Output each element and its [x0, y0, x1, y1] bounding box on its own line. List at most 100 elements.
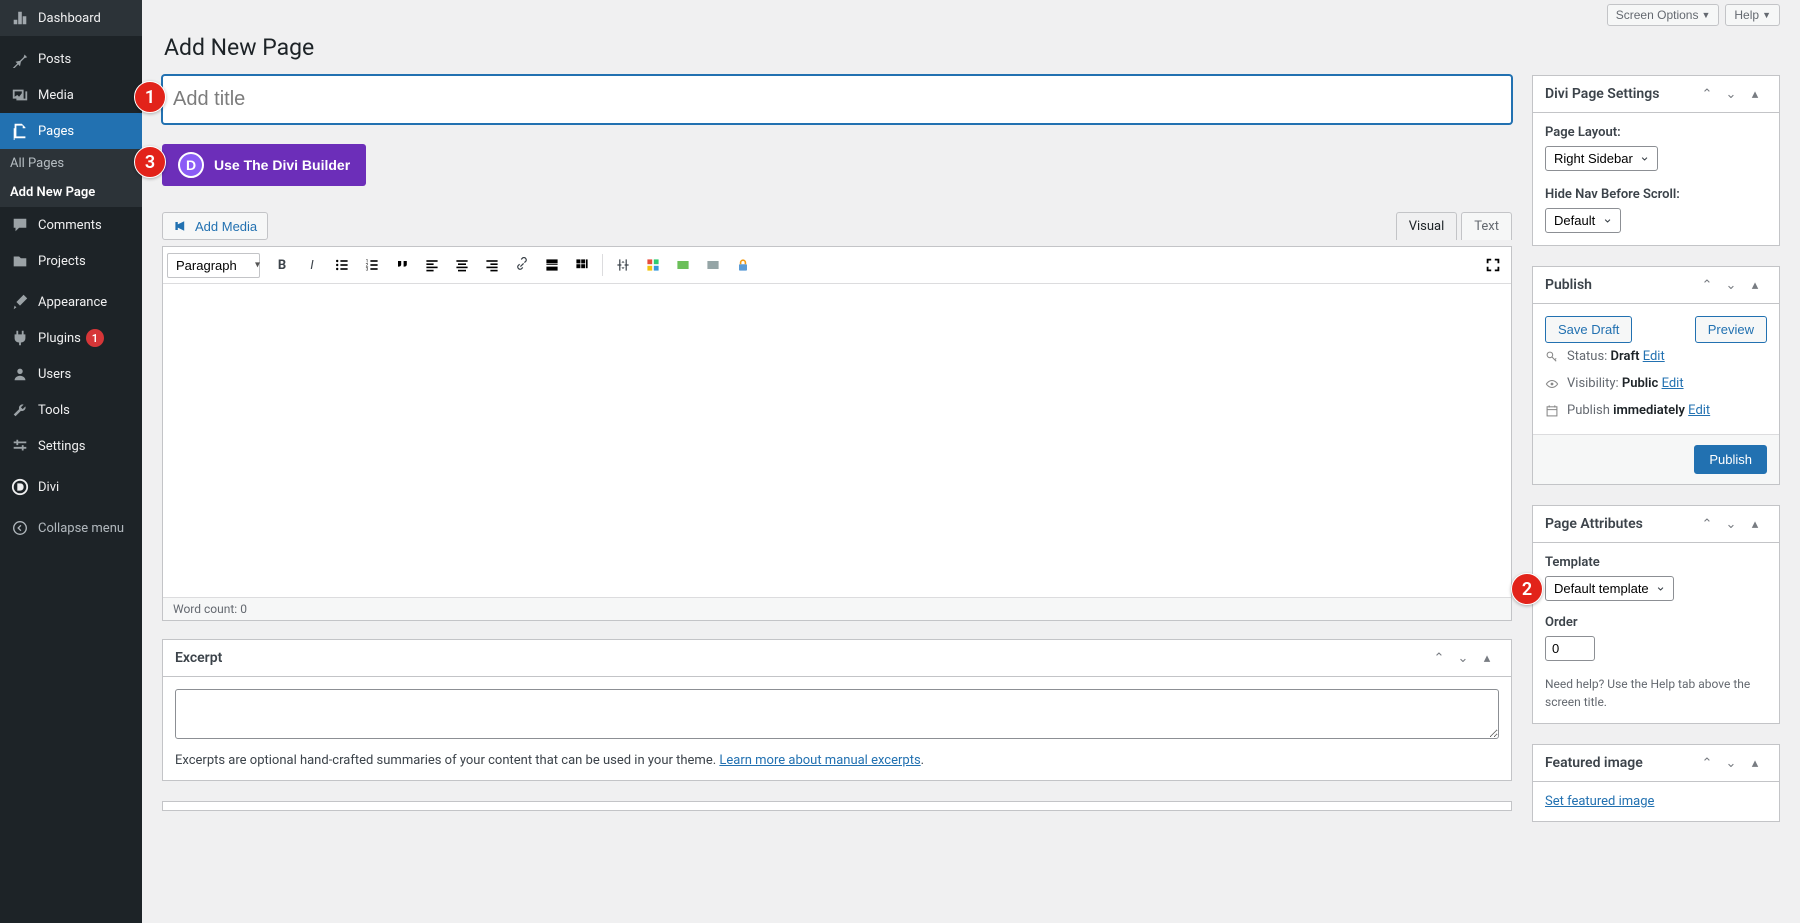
schedule-edit-link[interactable]: Edit: [1688, 403, 1710, 418]
sidebar-collapse-button[interactable]: Collapse menu: [0, 510, 142, 546]
page-layout-label: Page Layout:: [1545, 125, 1767, 140]
publish-button[interactable]: Publish: [1694, 445, 1767, 474]
sidebar-item-comments[interactable]: Comments: [0, 207, 142, 243]
readmore-button[interactable]: [538, 251, 566, 279]
sliders-icon: [10, 436, 30, 456]
visibility-edit-link[interactable]: Edit: [1662, 376, 1684, 391]
bullet-list-button[interactable]: [328, 251, 356, 279]
projects-icon: [10, 251, 30, 271]
quote-button[interactable]: [388, 251, 416, 279]
sidebar-subitem-add-new[interactable]: Add New Page: [0, 178, 142, 207]
sidebar-label: Dashboard: [38, 11, 101, 26]
align-center-button[interactable]: [448, 251, 476, 279]
sidebar-label: Comments: [38, 218, 102, 233]
sidebar-item-appearance[interactable]: Appearance: [0, 284, 142, 320]
tab-visual[interactable]: Visual: [1396, 212, 1458, 240]
panel-toggle-icon[interactable]: ▴: [1743, 748, 1767, 778]
panel-up-icon[interactable]: ⌃: [1695, 509, 1719, 539]
italic-button[interactable]: I: [298, 251, 326, 279]
panel-toggle-icon[interactable]: ▴: [1743, 509, 1767, 539]
sidebar-item-dashboard[interactable]: Dashboard: [0, 0, 142, 36]
lock-button[interactable]: [729, 251, 757, 279]
panel-down-icon[interactable]: ⌄: [1719, 748, 1743, 778]
sidebar-item-users[interactable]: Users: [0, 356, 142, 392]
attributes-heading: Page Attributes: [1545, 506, 1643, 542]
excerpt-heading: Excerpt: [175, 640, 222, 676]
sidebar-item-divi[interactable]: Divi: [0, 469, 142, 505]
panel-down-icon[interactable]: ⌄: [1719, 509, 1743, 539]
divi-settings-heading: Divi Page Settings: [1545, 76, 1659, 112]
pin-icon: [10, 49, 30, 69]
excerpt-learn-more-link[interactable]: Learn more about manual excerpts: [719, 753, 920, 768]
panel-down-icon[interactable]: ⌄: [1719, 270, 1743, 300]
numbered-list-button[interactable]: 123: [358, 251, 386, 279]
content-editor[interactable]: [163, 284, 1511, 597]
sidebar-item-plugins[interactable]: Plugins 1: [0, 320, 142, 356]
set-featured-image-link[interactable]: Set featured image: [1545, 794, 1654, 809]
fullscreen-button[interactable]: [1479, 251, 1507, 279]
panel-down-icon[interactable]: ⌄: [1719, 79, 1743, 109]
tab-text[interactable]: Text: [1461, 212, 1512, 240]
key-icon: [1545, 350, 1559, 364]
align-right-button[interactable]: [478, 251, 506, 279]
sidebar-item-posts[interactable]: Posts: [0, 41, 142, 77]
align-left-button[interactable]: [418, 251, 446, 279]
order-input[interactable]: [1545, 636, 1595, 661]
sidebar-item-projects[interactable]: Projects: [0, 243, 142, 279]
plugin-icon: [10, 328, 30, 348]
eye-icon: [1545, 377, 1559, 391]
sidebar-label: Posts: [38, 52, 71, 67]
preview-button[interactable]: Preview: [1695, 316, 1767, 343]
divi-builder-button[interactable]: D Use The Divi Builder: [162, 144, 366, 186]
bold-button[interactable]: B: [268, 251, 296, 279]
panel-up-icon[interactable]: ⌃: [1695, 748, 1719, 778]
hide-nav-select[interactable]: Default: [1545, 208, 1621, 233]
sidebar-item-settings[interactable]: Settings: [0, 428, 142, 464]
featured-image-box: Featured image ⌃ ⌄ ▴ Set featured image: [1532, 744, 1780, 822]
screen-options-button[interactable]: Screen Options▼: [1607, 4, 1720, 26]
panel-up-icon[interactable]: ⌃: [1427, 643, 1451, 673]
sidebar-label: Media: [38, 88, 74, 103]
sidebar-item-tools[interactable]: Tools: [0, 392, 142, 428]
pages-icon: [10, 121, 30, 141]
color-grid-button[interactable]: [639, 251, 667, 279]
featured-heading: Featured image: [1545, 745, 1643, 781]
sidebar-label: Plugins: [38, 331, 81, 346]
panel-toggle-icon[interactable]: ▴: [1743, 270, 1767, 300]
status-edit-link[interactable]: Edit: [1643, 349, 1665, 364]
format-select[interactable]: Paragraph: [167, 253, 260, 278]
template-select[interactable]: Default template: [1545, 576, 1674, 601]
divi-icon: [10, 477, 30, 497]
sidebar-label: Projects: [38, 254, 86, 269]
sidebar-subitem-all-pages[interactable]: All Pages: [0, 149, 142, 178]
excerpt-textarea[interactable]: [175, 689, 1499, 739]
sidebar-submenu-pages: All Pages Add New Page: [0, 149, 142, 207]
annotation-marker-3: 3: [134, 146, 166, 178]
link-button[interactable]: [508, 251, 536, 279]
save-draft-button[interactable]: Save Draft: [1545, 316, 1632, 343]
panel-toggle-icon[interactable]: ▴: [1475, 643, 1499, 673]
panel-up-icon[interactable]: ⌃: [1695, 270, 1719, 300]
sidebar-item-media[interactable]: Media: [0, 77, 142, 113]
svg-text:3: 3: [366, 267, 369, 273]
sidebar-item-pages[interactable]: Pages: [0, 113, 142, 149]
green-block-button[interactable]: [669, 251, 697, 279]
sidebar-label: Users: [38, 367, 71, 382]
media-icon: [10, 85, 30, 105]
user-icon: [10, 364, 30, 384]
add-media-button[interactable]: Add Media: [162, 212, 268, 240]
panel-toggle-icon[interactable]: ▴: [1743, 79, 1767, 109]
page-layout-select[interactable]: Right Sidebar: [1545, 146, 1658, 171]
panel-up-icon[interactable]: ⌃: [1695, 79, 1719, 109]
admin-sidebar: Dashboard Posts Media Pages All Pages Ad…: [0, 0, 142, 923]
brush-icon: [10, 292, 30, 312]
title-input[interactable]: [162, 75, 1512, 124]
gray-block-button[interactable]: [699, 251, 727, 279]
panel-down-icon[interactable]: ⌄: [1451, 643, 1475, 673]
sidebar-label: Appearance: [38, 295, 107, 310]
order-label: Order: [1545, 615, 1767, 630]
help-button[interactable]: Help▼: [1725, 4, 1780, 26]
insert-column-button[interactable]: [609, 251, 637, 279]
toolbar-toggle-button[interactable]: [568, 251, 596, 279]
plugin-update-badge: 1: [86, 329, 104, 347]
